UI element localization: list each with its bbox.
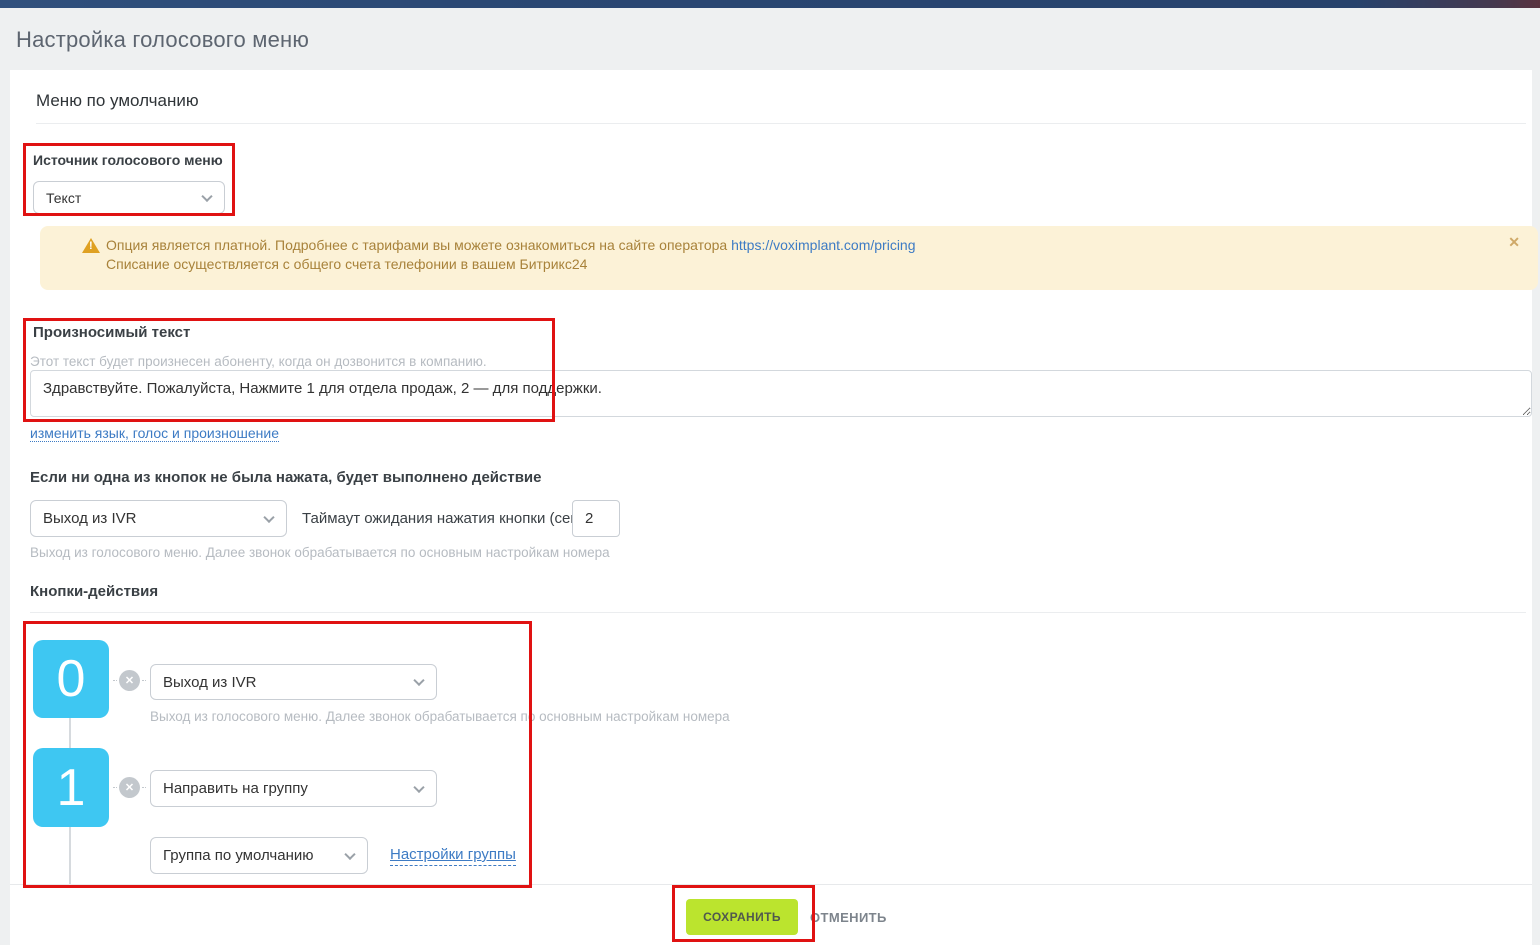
digit-key-1[interactable]: 1 [33,748,109,827]
source-label: Источник голосового меню [33,152,223,168]
speech-hint: Этот текст будет произнесен абоненту, ко… [30,354,487,369]
change-voice-link[interactable]: изменить язык, голос и произношение [30,425,279,442]
settings-card: Меню по умолчанию Источник голосового ме… [10,70,1532,945]
chevron-down-icon [201,190,212,201]
connector-dash [142,787,146,788]
pricing-link[interactable]: https://voximplant.com/pricing [731,237,915,253]
key1-group-select[interactable]: Группа по умолчанию [150,837,368,874]
key1-action-value: Направить на группу [163,780,308,797]
chevron-down-icon [413,781,424,792]
voice-menu-settings-page: Настройка голосового меню Меню по умолча… [0,0,1540,945]
top-navy-bar [0,0,1540,8]
no-press-label: Если ни одна из кнопок не была нажата, б… [30,469,542,486]
connector-dash [113,787,117,788]
page-title: Настройка голосового меню [16,27,309,53]
connector-dash [113,680,117,681]
divider [36,123,1526,124]
banner-line1: Опция является платной. Подробнее с тари… [106,237,731,253]
footer-divider [10,884,1532,885]
close-icon[interactable]: ✕ [1508,234,1520,251]
cancel-button[interactable]: ОТМЕНИТЬ [810,910,887,925]
paid-option-banner: ! Опция является платной. Подробнее с та… [40,226,1538,290]
digit-key-0[interactable]: 0 [33,640,109,718]
source-select-value: Текст [46,190,81,206]
timeout-label: Таймаут ожидания нажатия кнопки (сек): [302,510,586,527]
actions-label: Кнопки-действия [30,583,158,600]
key0-action-select[interactable]: Выход из IVR [150,664,437,700]
divider [30,612,1526,613]
connector-dash [142,680,146,681]
group-settings-link[interactable]: Настройки группы [390,846,516,866]
remove-icon[interactable]: ✕ [119,777,140,798]
key1-group-value: Группа по умолчанию [163,847,314,864]
chevron-down-icon [263,511,274,522]
timeout-input[interactable] [572,500,620,537]
no-press-action-select[interactable]: Выход из IVR [30,500,287,537]
key1-action-select[interactable]: Направить на группу [150,770,437,807]
connector-line [69,718,71,748]
key0-action-value: Выход из IVR [163,674,256,691]
warning-exclamation: ! [89,240,93,252]
no-press-action-value: Выход из IVR [43,510,136,527]
banner-text: Опция является платной. Подробнее с тари… [106,236,916,274]
banner-line2: Списание осуществляется с общего счета т… [106,256,587,272]
save-button[interactable]: СОХРАНИТЬ [686,899,798,935]
remove-icon[interactable]: ✕ [119,670,140,691]
card-title: Меню по умолчанию [36,91,199,111]
connector-line [69,827,71,885]
speech-label: Произносимый текст [33,324,190,341]
chevron-down-icon [413,675,424,686]
speech-text-input[interactable]: Здравствуйте. Пожалуйста, Нажмите 1 для … [30,370,1532,417]
no-press-hint: Выход из голосового меню. Далее звонок о… [30,545,610,560]
source-select[interactable]: Текст [33,181,225,214]
chevron-down-icon [344,848,355,859]
key0-hint: Выход из голосового меню. Далее звонок о… [150,709,730,724]
